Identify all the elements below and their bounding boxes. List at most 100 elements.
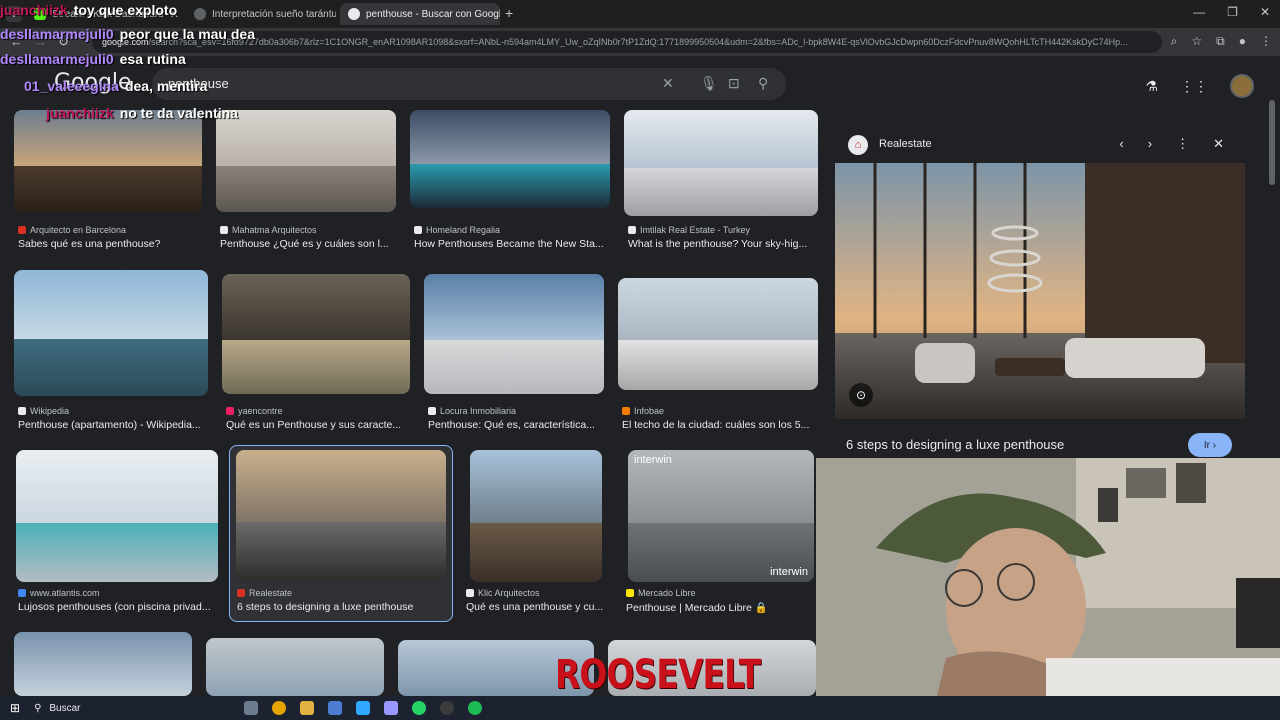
lens-icon[interactable]: ⊡: [728, 75, 740, 92]
spotify-icon[interactable]: [468, 701, 483, 715]
chat-message: 01_valeeegina dea, mentira: [24, 78, 207, 94]
url-path: /search?sca_esv=16fd9727db0a306b7&rlz=1C…: [148, 37, 1128, 47]
account-avatar[interactable]: [1230, 74, 1254, 98]
profile-icon[interactable]: ●: [1239, 34, 1246, 49]
previous-icon[interactable]: ‹: [1119, 136, 1123, 152]
result-title[interactable]: 6 steps to designing a luxe penthouse: [237, 601, 449, 613]
search-box[interactable]: penthouse ✕ 🎙 ⊡ ⚲: [152, 68, 786, 100]
result-image[interactable]: [236, 450, 446, 580]
extensions-icon[interactable]: ⧉: [1216, 34, 1225, 49]
result-title[interactable]: Qué es un Penthouse y sus caracte...: [226, 419, 412, 431]
preview-image[interactable]: ⊙: [835, 163, 1245, 419]
bookmark-star-icon[interactable]: ☆: [1191, 34, 1202, 49]
result-source[interactable]: Arquitecto en Barcelona: [18, 225, 126, 235]
panel-title[interactable]: 6 steps to designing a luxe penthouse: [846, 437, 1064, 452]
microphone-icon[interactable]: 🎙: [700, 75, 718, 92]
restore-icon[interactable]: ❐: [1227, 5, 1238, 19]
close-icon[interactable]: ✕: [1213, 136, 1224, 152]
result-title[interactable]: Lujosos penthouses (con piscina privad..…: [18, 601, 218, 613]
result-source[interactable]: Infobae: [622, 406, 664, 416]
next-icon[interactable]: ›: [1148, 136, 1152, 152]
result-source[interactable]: Wikipedia: [18, 406, 69, 416]
new-tab-button[interactable]: +: [505, 5, 513, 21]
result-title[interactable]: Penthouse: Qué es, característica...: [428, 419, 606, 431]
result-image[interactable]: [410, 110, 610, 208]
result-source[interactable]: Mahatma Arquitectos: [220, 225, 317, 235]
tab-title: Interpretación sueño tarántula: [212, 8, 336, 20]
google-lens-icon[interactable]: ⊙: [849, 383, 873, 407]
result-image[interactable]: [624, 110, 818, 216]
obs-icon[interactable]: [440, 701, 455, 715]
source-name: Arquitecto en Barcelona: [30, 225, 127, 235]
visit-button[interactable]: Ir ›: [1188, 433, 1232, 457]
result-title[interactable]: How Penthouses Became the New Sta...: [414, 238, 610, 250]
result-source[interactable]: Realestate: [237, 588, 292, 598]
tab-google-search[interactable]: penthouse - Buscar con Google ✕: [340, 3, 500, 25]
result-source[interactable]: www.atlantis.com: [18, 588, 100, 598]
result-source[interactable]: Imtilak Real Estate - Turkey: [628, 225, 750, 235]
result-title[interactable]: Qué es una penthouse y cu...: [466, 601, 606, 613]
result-image[interactable]: interwin interwin: [628, 450, 814, 582]
result-source[interactable]: Locura Inmobiliaria: [428, 406, 516, 416]
apps-grid-icon[interactable]: ⋮⋮: [1180, 78, 1208, 95]
task-view-icon[interactable]: [244, 701, 259, 715]
result-source[interactable]: Mercado Libre: [626, 588, 696, 598]
source-name: Locura Inmobiliaria: [440, 406, 517, 416]
result-image[interactable]: [14, 632, 192, 696]
site-favicon: [428, 407, 436, 415]
result-source[interactable]: yaencontre: [226, 406, 283, 416]
scrollbar-thumb[interactable]: [1269, 100, 1275, 185]
tab-interpretacion[interactable]: Interpretación sueño tarántula ✕: [186, 3, 336, 25]
more-options-icon[interactable]: ⋮: [1176, 136, 1189, 152]
chat-text: peor que la mau dea: [119, 26, 255, 42]
zoom-icon[interactable]: ⌕: [1171, 34, 1178, 49]
chat-username: juanchiizk: [46, 105, 114, 121]
site-favicon: [626, 589, 634, 597]
chat-username: 01_valeeegina: [24, 78, 119, 94]
windows-taskbar: ⊞ ⚲ Buscar: [0, 696, 1280, 720]
page-scrollbar[interactable]: [1268, 100, 1276, 450]
premiere-icon[interactable]: [384, 701, 399, 715]
result-title[interactable]: El techo de la ciudad: cuáles son los 5.…: [622, 419, 816, 431]
result-image[interactable]: [470, 450, 602, 582]
result-image[interactable]: [16, 450, 218, 582]
watermark-text: interwin: [770, 566, 808, 578]
chat-text: toy que exploto: [73, 2, 178, 18]
todo-icon[interactable]: [328, 701, 343, 715]
globe-icon: [194, 8, 206, 20]
labs-flask-icon[interactable]: ⚗: [1145, 78, 1158, 95]
minimize-icon[interactable]: —: [1193, 5, 1205, 19]
result-title[interactable]: Penthouse | Mercado Libre 🔒: [626, 601, 816, 614]
clear-icon[interactable]: ✕: [662, 75, 674, 92]
result-source[interactable]: Klic Arquitectos: [466, 588, 540, 598]
chat-text: no te da valentina: [119, 105, 238, 121]
windows-start-icon[interactable]: ⊞: [10, 701, 20, 715]
whatsapp-icon[interactable]: [412, 701, 427, 715]
window-close-icon[interactable]: ✕: [1260, 5, 1270, 19]
source-name: Homeland Regalia: [426, 225, 501, 235]
result-image[interactable]: [424, 274, 604, 394]
chrome-icon[interactable]: [272, 701, 287, 715]
result-title[interactable]: Sabes qué es una penthouse?: [18, 238, 203, 250]
result-image[interactable]: [206, 638, 384, 696]
result-image[interactable]: [14, 270, 208, 396]
source-name: Mahatma Arquitectos: [232, 225, 317, 235]
site-favicon: [18, 226, 26, 234]
result-image[interactable]: [216, 110, 396, 212]
streamer-webcam-illustration: [816, 458, 1280, 700]
file-explorer-icon[interactable]: [300, 701, 315, 715]
photoshop-icon[interactable]: [356, 701, 371, 715]
result-title[interactable]: Penthouse (apartamento) - Wikipedia...: [18, 419, 210, 431]
panel-source[interactable]: Realestate: [879, 138, 932, 150]
screen: ⌄ Stream - Kick Dashboard ✕ Interpretaci…: [0, 0, 1280, 720]
result-image[interactable]: [618, 278, 818, 390]
taskbar-search[interactable]: ⚲ Buscar: [34, 699, 234, 717]
result-image[interactable]: [14, 110, 202, 212]
menu-icon[interactable]: ⋮: [1260, 34, 1272, 49]
result-title[interactable]: What is the penthouse? Your sky-hig...: [628, 238, 813, 250]
result-source[interactable]: Homeland Regalia: [414, 225, 500, 235]
result-title[interactable]: Penthouse ¿Qué es y cuáles son l...: [220, 238, 398, 250]
lock-icon: 🔒: [754, 602, 768, 614]
search-icon[interactable]: ⚲: [758, 75, 768, 92]
result-image[interactable]: [222, 274, 410, 394]
